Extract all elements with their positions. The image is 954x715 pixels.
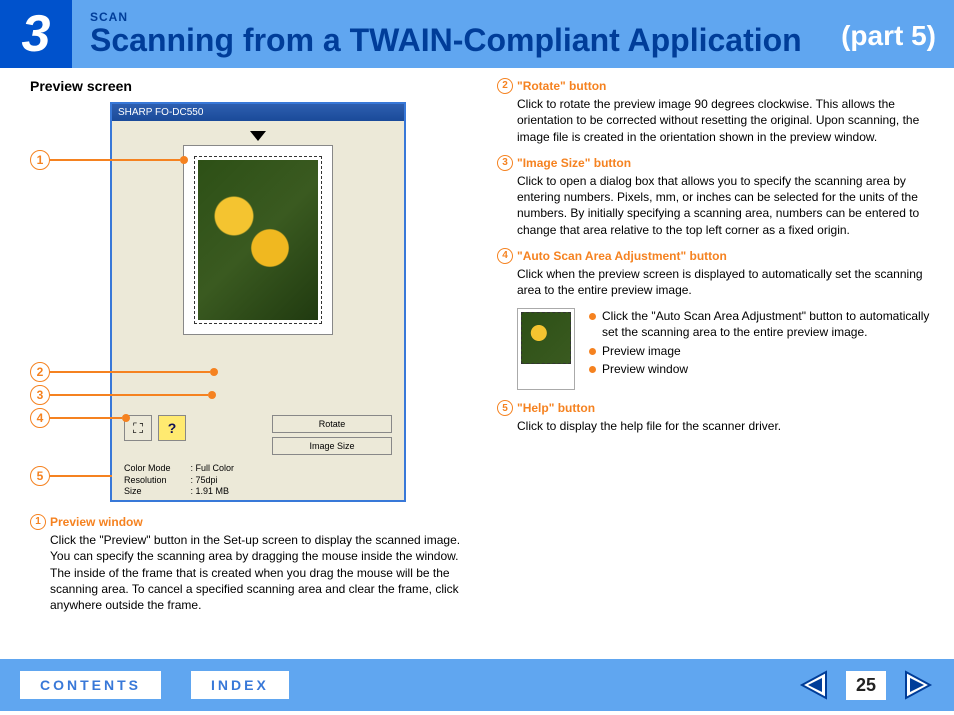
preview-image-area	[183, 145, 333, 335]
mini-line-b: Preview image	[602, 343, 681, 359]
callout-5: 5	[30, 466, 112, 486]
callout-3: 3	[30, 385, 216, 405]
circled-3: 3	[497, 155, 513, 171]
contents-button[interactable]: CONTENTS	[20, 671, 161, 699]
item-2: 2"Rotate" button Click to rotate the pre…	[497, 78, 934, 145]
header-text-block: SCAN Scanning from a TWAIN-Compliant App…	[90, 10, 802, 59]
circled-4: 4	[497, 248, 513, 264]
main-content: Preview screen SHARP FO-DC550 ⛶ ? Rotate…	[0, 68, 954, 623]
item-3-title: "Image Size" button	[517, 155, 631, 171]
item-5-body: Click to display the help file for the s…	[517, 418, 934, 434]
callout-1: 1	[30, 150, 188, 170]
connector-dot-icon	[589, 348, 596, 355]
circled-1: 1	[30, 514, 46, 530]
prev-page-icon[interactable]	[798, 670, 828, 700]
page-header: 3 SCAN Scanning from a TWAIN-Compliant A…	[0, 0, 954, 68]
page-footer: CONTENTS INDEX 25	[0, 659, 954, 711]
connector-dot-icon	[589, 366, 596, 373]
info-block: Color Mode Resolution Size : Full Color …	[124, 463, 392, 498]
mini-line-c: Preview window	[602, 361, 688, 377]
rotate-button: Rotate	[272, 415, 392, 433]
callout-2: 2	[30, 362, 218, 382]
item-2-title: "Rotate" button	[517, 78, 606, 94]
item-4-title: "Auto Scan Area Adjustment" button	[517, 248, 727, 264]
item-3: 3"Image Size" button Click to open a dia…	[497, 155, 934, 238]
window-titlebar: SHARP FO-DC550	[112, 104, 404, 121]
info-values: : Full Color : 75dpi : 1.91 MB	[191, 463, 235, 498]
circled-2: 2	[497, 78, 513, 94]
part-label: (part 5)	[841, 20, 936, 52]
item-1-title: Preview window	[50, 514, 143, 530]
item-4-body: Click when the preview screen is display…	[517, 266, 934, 298]
left-column: Preview screen SHARP FO-DC550 ⛶ ? Rotate…	[30, 78, 467, 623]
mini-preview-box: Click the "Auto Scan Area Adjustment" bu…	[517, 308, 934, 390]
circled-5: 5	[497, 400, 513, 416]
help-icon: ?	[158, 415, 186, 441]
mini-thumbnail	[517, 308, 575, 390]
index-button[interactable]: INDEX	[191, 671, 289, 699]
connector-dot-icon	[589, 313, 596, 320]
image-size-button: Image Size	[272, 437, 392, 455]
item-3-body: Click to open a dialog box that allows y…	[517, 173, 934, 238]
item-2-body: Click to rotate the preview image 90 deg…	[517, 96, 934, 145]
right-column: 2"Rotate" button Click to rotate the pre…	[497, 78, 934, 623]
item-1: 1Preview window Click the "Preview" butt…	[30, 514, 467, 613]
item-1-body: Click the "Preview" button in the Set-up…	[50, 532, 467, 613]
page-title: Scanning from a TWAIN-Compliant Applicat…	[90, 22, 802, 59]
item-4: 4"Auto Scan Area Adjustment" button Clic…	[497, 248, 934, 299]
callout-4: 4	[30, 408, 130, 428]
next-page-icon[interactable]	[904, 670, 934, 700]
page-number: 25	[846, 671, 886, 700]
chapter-number: 3	[0, 0, 72, 68]
item-5-title: "Help" button	[517, 400, 595, 416]
arrow-down-icon	[250, 131, 266, 141]
preview-photo	[198, 160, 318, 320]
info-labels: Color Mode Resolution Size	[124, 463, 171, 498]
item-5: 5"Help" button Click to display the help…	[497, 400, 934, 434]
preview-heading: Preview screen	[30, 78, 467, 94]
mini-line-a: Click the "Auto Scan Area Adjustment" bu…	[602, 308, 934, 340]
